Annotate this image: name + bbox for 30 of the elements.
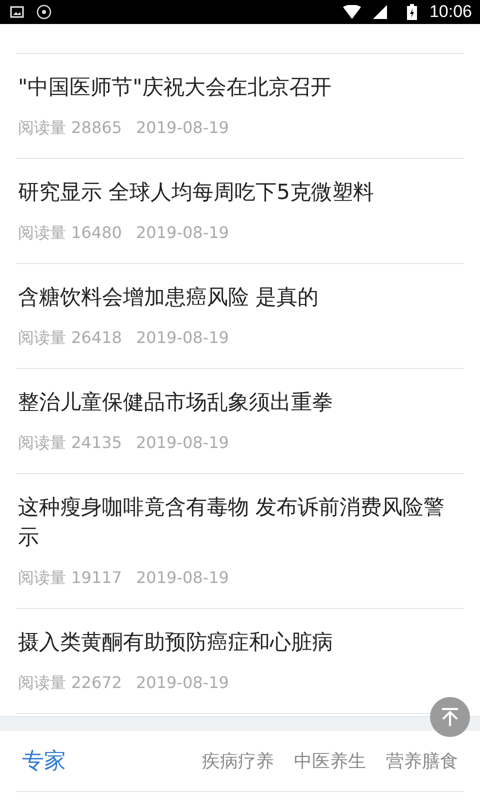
article-date: 2019-08-19 [136, 118, 229, 138]
category-link[interactable]: 疾病疗养 [202, 749, 274, 773]
article-date: 2019-08-19 [136, 673, 229, 693]
status-time: 10:06 [429, 2, 472, 22]
read-count: 阅读量 24135 [18, 433, 122, 453]
category-link[interactable]: 营养膳食 [386, 749, 458, 773]
article-title[interactable]: 摄入类黄酮有助预防癌症和心脏病 [18, 627, 458, 657]
article-title[interactable]: "中国医师节"庆祝大会在北京召开 [18, 72, 458, 102]
circle-icon [36, 4, 52, 20]
read-count: 阅读量 16480 [18, 223, 122, 243]
image-icon [10, 6, 24, 18]
scroll-to-top-button[interactable] [430, 697, 470, 737]
article-title[interactable]: 这种瘦身咖啡竟含有毒物 发布诉前消费风险警示 [18, 492, 458, 552]
read-count: 阅读量 19117 [18, 568, 122, 588]
section-title: 专家 [22, 748, 66, 776]
battery-icon [407, 4, 418, 20]
article-date: 2019-08-19 [136, 568, 229, 588]
signal-icon [373, 5, 388, 19]
category-link[interactable]: 中医养生 [294, 749, 366, 773]
article-title[interactable]: 整治儿童保健品市场乱象须出重拳 [18, 387, 458, 417]
article-date: 2019-08-19 [136, 223, 229, 243]
wifi-icon [343, 5, 362, 19]
article-date: 2019-08-19 [136, 433, 229, 453]
read-count: 阅读量 28865 [18, 118, 122, 138]
article-title[interactable]: 含糖饮料会增加患癌风险 是真的 [18, 282, 458, 312]
read-count: 阅读量 22672 [18, 673, 122, 693]
article-title[interactable]: 研究显示 全球人均每周吃下5克微塑料 [18, 177, 458, 207]
article-date: 2019-08-19 [136, 328, 229, 348]
read-count: 阅读量 26418 [18, 328, 122, 348]
arrow-up-icon [439, 706, 461, 728]
